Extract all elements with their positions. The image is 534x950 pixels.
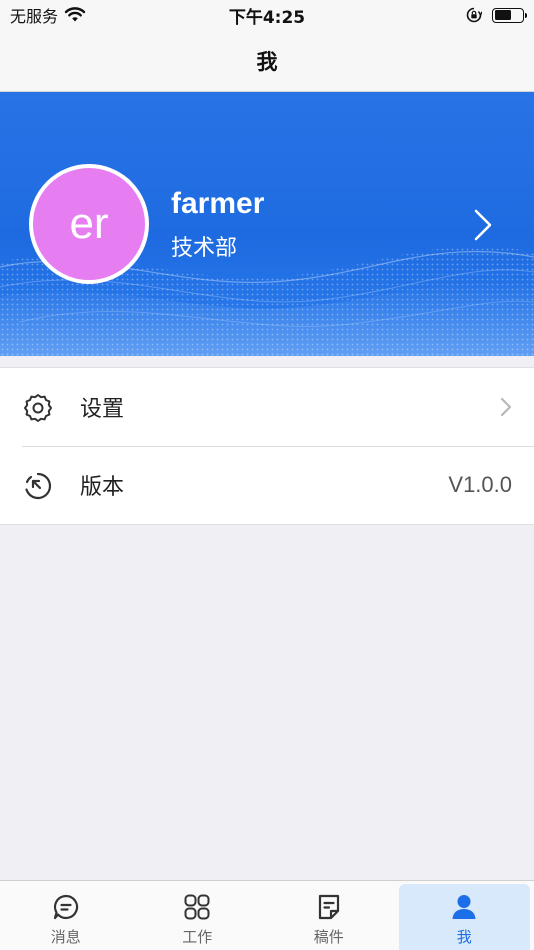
tab-label: 消息 [50,928,81,946]
chevron-right-icon [500,397,512,417]
document-icon [318,894,339,920]
person-icon [452,895,476,919]
user-department: 技术部 [171,236,238,261]
tab-me[interactable]: 我 [398,884,530,950]
battery-icon [492,7,527,23]
status-right [466,7,527,23]
chevron-right-icon[interactable] [472,208,494,242]
tab-work[interactable]: 工作 [132,881,264,950]
avatar[interactable]: er [29,164,149,284]
version-label: 版本 [80,475,125,500]
settings-label: 设置 [80,397,125,422]
battery-fill [494,10,511,20]
tab-label: 我 [456,928,472,946]
tab-manuscripts[interactable]: 稿件 [263,881,395,950]
tab-label: 工作 [182,928,213,946]
profile-banner[interactable]: er farmer 技术部 [0,92,534,356]
carrier-text: 无服务 [10,7,59,26]
status-left: 无服务 [10,3,86,27]
settings-row[interactable]: 设置 [0,368,534,446]
nav-bar: 我 [0,30,534,92]
avatar-initials: er [69,199,109,248]
grid-icon [184,894,210,920]
menu-list: 设置 版本 V1.0.0 [0,367,534,525]
version-row[interactable]: 版本 V1.0.0 [0,446,534,524]
wifi-icon [64,7,86,22]
page-title: 我 [256,49,278,74]
tab-label: 稿件 [313,928,344,946]
update-icon [25,472,52,500]
gear-icon [24,394,52,422]
orientation-lock-icon [466,7,482,23]
message-icon [53,894,78,920]
user-name: farmer [171,187,265,220]
tab-messages[interactable]: 消息 [0,881,132,950]
status-bar: 无服务 下午4:25 [0,0,534,30]
tab-bar: 消息 工作 稿件 我 [0,880,534,950]
version-value: V1.0.0 [448,472,512,497]
